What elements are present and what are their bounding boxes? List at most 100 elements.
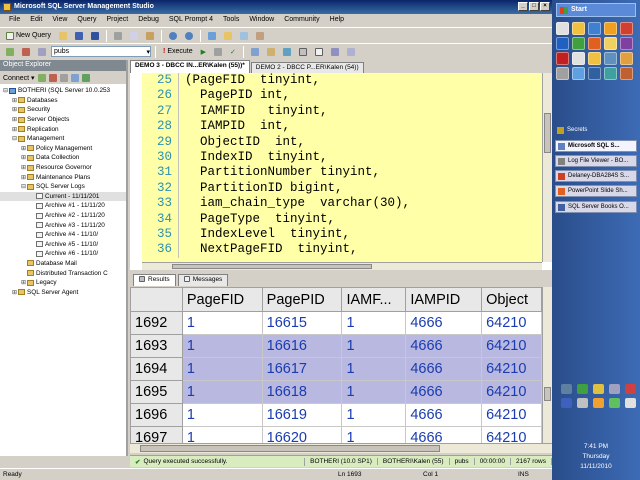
- menu-community[interactable]: Community: [279, 14, 324, 27]
- tree-node[interactable]: ⊞ Security: [0, 105, 126, 115]
- grid-cell[interactable]: 1: [341, 334, 407, 358]
- grid-cell[interactable]: 1: [341, 380, 407, 404]
- tray-icon[interactable]: [561, 398, 572, 408]
- copy-button[interactable]: [127, 30, 141, 42]
- start-button[interactable]: Start: [556, 3, 636, 17]
- close-button[interactable]: ×: [540, 2, 550, 11]
- change-connection-button[interactable]: [35, 46, 49, 58]
- taskbar-button[interactable]: SQL Server Books O...: [555, 201, 637, 213]
- taskbar-button[interactable]: Log File Viewer - BO...: [555, 155, 637, 167]
- tab-messages[interactable]: Messages: [177, 274, 229, 286]
- tray-icon[interactable]: [609, 384, 620, 394]
- grid-cell[interactable]: 1: [181, 311, 263, 335]
- ie-icon[interactable]: [588, 22, 601, 35]
- row-header[interactable]: 1695: [130, 380, 183, 404]
- clock[interactable]: 7:41 PM Thursday 11/11/2010: [555, 442, 637, 472]
- tree-node[interactable]: ⊞ SQL Server Agent: [0, 287, 126, 297]
- grid-cell[interactable]: 1: [181, 403, 263, 427]
- tray-icon[interactable]: [561, 384, 572, 394]
- grid-column-header[interactable]: PagePID: [261, 287, 343, 312]
- parse-button[interactable]: ✓: [227, 46, 239, 58]
- undo-button[interactable]: [166, 30, 180, 42]
- tray-icon[interactable]: [577, 384, 588, 394]
- tree-node[interactable]: ⊞ Server Objects: [0, 115, 126, 125]
- database-select[interactable]: pubs ▾: [51, 46, 151, 57]
- grid-column-header[interactable]: Object: [481, 287, 542, 312]
- include-plan-button[interactable]: [280, 46, 294, 58]
- grid-cell[interactable]: 16617: [261, 357, 343, 381]
- taskbar-button[interactable]: Delaney-DBA284S S...: [555, 170, 637, 182]
- tray-icon[interactable]: [625, 384, 636, 394]
- tree-node[interactable]: ⊞ Maintenance Plans: [0, 172, 126, 182]
- editor-horizontal-scrollbar[interactable]: [142, 262, 542, 270]
- grid-cell[interactable]: 4666: [405, 357, 483, 381]
- grid-cell[interactable]: 4666: [405, 380, 483, 404]
- tree-node[interactable]: Archive #4 - 11/10/: [0, 230, 126, 240]
- refresh-icon[interactable]: [81, 73, 90, 82]
- grid-cell[interactable]: 64210: [481, 311, 542, 335]
- tree-node[interactable]: ⊞ Resource Governor: [0, 163, 126, 173]
- tree-node[interactable]: Current - 11/11/201: [0, 191, 126, 202]
- tree-node[interactable]: ⊞ Databases: [0, 96, 126, 106]
- execute-button[interactable]: ! Execute: [160, 46, 196, 58]
- expand-icon[interactable]: ⊞: [11, 126, 18, 133]
- table-row[interactable]: 1692 1 16615 1 4666 64210: [130, 311, 542, 335]
- row-header[interactable]: 1697: [130, 426, 183, 443]
- grid-cell[interactable]: 64210: [481, 426, 542, 443]
- messenger-icon[interactable]: [572, 67, 585, 80]
- connect-dropdown[interactable]: Connect ▾: [3, 74, 35, 82]
- menu-tools[interactable]: Tools: [218, 14, 244, 27]
- grid-cell[interactable]: 1: [181, 357, 263, 381]
- indent-button[interactable]: [344, 46, 358, 58]
- outlook-icon[interactable]: [588, 67, 601, 80]
- query-designer-button[interactable]: [264, 46, 278, 58]
- row-header[interactable]: 1692: [130, 311, 183, 335]
- tree-node[interactable]: Archive #6 - 11/10/: [0, 249, 126, 259]
- grid-cell[interactable]: 16620: [261, 426, 343, 443]
- grid-cell[interactable]: 4666: [405, 334, 483, 358]
- save-all-button[interactable]: [88, 30, 102, 42]
- grid-cell[interactable]: 1: [341, 311, 407, 335]
- disconnect-button[interactable]: [19, 46, 33, 58]
- grid-cell[interactable]: 4666: [405, 426, 483, 443]
- tree-node[interactable]: ⊟ Management: [0, 134, 126, 144]
- paste-button[interactable]: [143, 30, 157, 42]
- debug-button[interactable]: ▶: [198, 46, 209, 58]
- grid-cell[interactable]: 1: [341, 426, 407, 443]
- table-row[interactable]: 1695 1 16618 1 4666 64210: [130, 380, 542, 404]
- menu-sql-prompt-4[interactable]: SQL Prompt 4: [164, 14, 218, 27]
- tree-node[interactable]: Archive #1 - 11/11/20: [0, 201, 126, 211]
- grid-cell[interactable]: 64210: [481, 380, 542, 404]
- app-icon[interactable]: [620, 67, 633, 80]
- grid-corner[interactable]: [130, 287, 183, 312]
- object-explorer-button[interactable]: [221, 30, 235, 42]
- grid-vertical-scrollbar[interactable]: [542, 287, 552, 443]
- minimize-button[interactable]: _: [518, 2, 528, 11]
- expand-icon[interactable]: ⊞: [20, 164, 27, 171]
- registered-servers-button[interactable]: [205, 30, 219, 42]
- menu-file[interactable]: File: [4, 14, 25, 27]
- note-icon[interactable]: [604, 37, 617, 50]
- connect-icon[interactable]: [37, 73, 46, 82]
- menu-project[interactable]: Project: [101, 14, 133, 27]
- filter-icon[interactable]: [70, 73, 79, 82]
- app-icon[interactable]: [620, 52, 633, 65]
- tree-node[interactable]: ⊞ Replication: [0, 124, 126, 134]
- expand-icon[interactable]: ⊞: [11, 106, 18, 113]
- word-icon[interactable]: [556, 37, 569, 50]
- tree-node[interactable]: ⊞ Policy Management: [0, 144, 126, 154]
- expand-icon[interactable]: ⊞: [20, 145, 27, 152]
- table-row[interactable]: 1694 1 16617 1 4666 64210: [130, 357, 542, 381]
- desktop-icon[interactable]: [556, 22, 569, 35]
- maximize-button[interactable]: □: [529, 2, 539, 11]
- tree-node[interactable]: ⊞ Data Collection: [0, 153, 126, 163]
- tree-node[interactable]: ⊟ SQL Server Logs: [0, 182, 126, 192]
- expand-icon[interactable]: ⊞: [20, 174, 27, 181]
- cut-button[interactable]: [111, 30, 125, 42]
- grid-cell[interactable]: 4666: [405, 403, 483, 427]
- grid-cell[interactable]: 64210: [481, 403, 542, 427]
- save-button[interactable]: [72, 30, 86, 42]
- cancel-query-button[interactable]: [211, 46, 225, 58]
- open-file-button[interactable]: [56, 30, 70, 42]
- toolbox-button[interactable]: [253, 30, 267, 42]
